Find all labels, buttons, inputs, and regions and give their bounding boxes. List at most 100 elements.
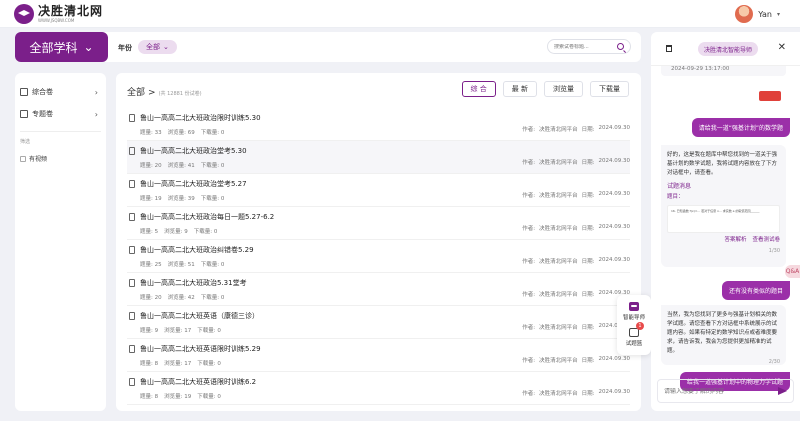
- assistant-shortcut[interactable]: 智能导师: [617, 302, 651, 321]
- answer-link[interactable]: 答案解析: [724, 236, 746, 245]
- question-count: 题量: 5: [140, 229, 159, 235]
- download-count: 下载量: 0: [197, 361, 221, 367]
- video-checkbox[interactable]: [20, 155, 26, 162]
- paper-row[interactable]: 鲁山一高高二北大班英语限时训练5.29 题量: 8 浏览量: 17 下载量: 0 作者:…: [127, 339, 630, 372]
- paper-title[interactable]: 鲁山一高高二北大班政治堂考5.27: [140, 179, 247, 189]
- video-filter[interactable]: 有视频: [15, 154, 106, 163]
- paper-author: 决胜清北网平台: [539, 160, 578, 166]
- download-count: 下载量: 0: [200, 262, 225, 268]
- user-menu[interactable]: Yan ▾: [735, 5, 780, 23]
- question-count: 题量: 8: [140, 361, 159, 367]
- date-label: 日期:: [581, 160, 595, 166]
- sort-tab-latest[interactable]: 最 新: [502, 81, 537, 97]
- question-count: 题量: 20: [140, 295, 162, 301]
- paper-row[interactable]: 鲁山一高高二北大班政治限时训练5.30 题量: 33 浏览量: 69 下载量: 0 作者…: [127, 108, 630, 141]
- author-label: 作者:: [522, 358, 536, 364]
- paper-title[interactable]: 鲁山一高高二北大班政治堂考5.30: [140, 146, 247, 156]
- date-label: 日期:: [581, 193, 595, 199]
- sidebar-item-topic[interactable]: 专题卷 ›: [15, 103, 106, 125]
- document-icon: [129, 246, 135, 254]
- paper-row[interactable]: 鲁山一高高二北大班政治纠错卷5.29 题量: 25 浏览量: 51 下载量: 0 作者:…: [127, 240, 630, 273]
- paper-title[interactable]: 鲁山一高高二北大班政治限时训练5.30: [140, 113, 261, 123]
- paper-row[interactable]: 鲁山一高高二北大班英语限时训练6.2 题量: 8 浏览量: 19 下载量: 0 作者: 决…: [127, 372, 630, 405]
- search-input[interactable]: [554, 43, 616, 50]
- paper-row[interactable]: 鲁山一高高二北大班政治堂考5.27 题量: 19 浏览量: 39 下载量: 0 作者: 决…: [127, 174, 630, 207]
- paper-list: 鲁山一高高二北大班政治限时训练5.30 题量: 33 浏览量: 69 下载量: 0 作者…: [127, 108, 630, 411]
- sort-tab-downloads[interactable]: 下载量: [590, 81, 629, 97]
- paper-author: 决胜清北网平台: [539, 391, 578, 397]
- sort-tabs: 综 合 最 新 浏览量 下载量: [461, 81, 629, 97]
- basket-shortcut-label: 试题篮: [625, 341, 643, 347]
- paper-row[interactable]: 鲁山一高高二北大班政治每日一题5.27-6.2 题量: 5 浏览量: 9 下载量: 0…: [127, 207, 630, 240]
- chat-input[interactable]: [664, 387, 764, 395]
- paper-title[interactable]: 鲁山一高高二北大班政治5.31堂考: [140, 278, 247, 288]
- paper-list-panel: 全部 > (共 12881 份试卷) 综 合 最 新 浏览量 下载量 鲁山一高高…: [116, 73, 641, 411]
- paper-title[interactable]: 鲁山一高高二北大班英语限时训练5.28: [140, 410, 261, 411]
- year-dropdown[interactable]: 全部 ⌄: [138, 40, 177, 54]
- bot-message: 好的，这是我在题库中帮您找到的一道关于强基计划的数学试题，我将试题内容放在了下方…: [661, 145, 786, 267]
- question-label: 题目：: [667, 194, 684, 200]
- paper-stats: 题量: 20 浏览量: 42 下载量: 0: [140, 293, 224, 301]
- edge-tab[interactable]: Q&A: [785, 265, 800, 278]
- paper-title[interactable]: 鲁山一高高二北大班英语限时训练5.29: [140, 344, 261, 354]
- book-icon: [20, 88, 28, 96]
- chat-panel: 决胜清北智能导师 ✕ 2024-09-29 13:17:00 请给我一道“强基计…: [651, 32, 800, 411]
- search-icon[interactable]: [617, 43, 624, 50]
- basket-count-badge: 1: [636, 322, 644, 330]
- basket-shortcut[interactable]: 试题篮: [617, 328, 651, 347]
- chevron-down-icon: ⌄: [163, 43, 169, 51]
- close-icon[interactable]: ✕: [778, 42, 786, 53]
- logo-url: WWW.JSQBW.COM: [38, 17, 75, 23]
- paper-title[interactable]: 鲁山一高高二北大班英语（康德三诊）: [140, 311, 259, 321]
- send-icon[interactable]: [778, 387, 787, 395]
- breadcrumb: 全部 > (共 12881 份试卷): [127, 85, 202, 98]
- view-count: 浏览量: 42: [167, 295, 195, 301]
- bot-message: 当然，我为您找到了更多与强基计划相关的数学试题。请您查看下方对话框中系统展示的试…: [661, 305, 786, 365]
- download-count: 下载量: 0: [200, 196, 225, 202]
- assistant-shortcut-label: 智能导师: [622, 315, 645, 321]
- search-box[interactable]: [547, 39, 631, 54]
- question-card-heading: 试题消息: [667, 183, 692, 190]
- paper-date: 2024.09.30: [598, 389, 631, 395]
- paper-row[interactable]: 鲁山一高高二北大班英语（康德三诊） 题量: 9 浏览量: 17 下载量: 0 作者: 决胜…: [127, 306, 630, 339]
- sidebar-item-label: 综合卷: [32, 88, 53, 96]
- robot-icon: [629, 302, 639, 311]
- download-count: 下载量: 0: [197, 394, 221, 400]
- all-subjects-dropdown[interactable]: 全部学科 ⌄: [15, 32, 108, 62]
- download-count: 下载量: 0: [200, 295, 225, 301]
- chat-header: 决胜清北智能导师 ✕: [651, 32, 800, 66]
- view-count: 浏览量: 17: [164, 361, 192, 367]
- trash-icon[interactable]: [666, 45, 672, 52]
- site-logo[interactable]: 决胜清北网 WWW.JSQBW.COM: [14, 4, 103, 24]
- paper-author: 决胜清北网平台: [539, 127, 578, 133]
- paper-author: 决胜清北网平台: [539, 226, 578, 232]
- view-count: 浏览量: 17: [164, 328, 192, 334]
- paper-row[interactable]: 鲁山一高高二北大班政治堂考5.30 题量: 20 浏览量: 41 下载量: 0 作者: 决…: [127, 141, 630, 174]
- paper-date: 2024.09.30: [598, 224, 631, 230]
- paper-stats: 题量: 19 浏览量: 39 下载量: 0: [140, 194, 224, 202]
- sort-tab-comprehensive[interactable]: 综 合: [461, 81, 496, 97]
- paper-date: 2024.09.30: [598, 356, 631, 362]
- paper-title[interactable]: 鲁山一高高二北大班政治每日一题5.27-6.2: [140, 212, 274, 222]
- question-count: 题量: 20: [140, 163, 162, 169]
- chevron-right-icon: ›: [94, 109, 98, 119]
- paper-date: 2024.09.30: [598, 158, 631, 164]
- download-count: 下载量: 0: [200, 163, 225, 169]
- view-count: 浏览量: 19: [164, 394, 192, 400]
- breadcrumb-root[interactable]: 全部: [127, 85, 145, 98]
- chat-input-box[interactable]: [657, 379, 794, 403]
- paper-row[interactable]: 鲁山一高高二北大班政治5.31堂考 题量: 20 浏览量: 42 下载量: 0 作者: 决…: [127, 273, 630, 306]
- paper-title[interactable]: 鲁山一高高二北大班政治纠错卷5.29: [140, 245, 254, 255]
- view-paper-link[interactable]: 查看测试卷: [752, 236, 780, 245]
- paper-row[interactable]: 鲁山一高高二北大班英语限时训练5.28题量: 8浏览量: 17下载量: 0作者:…: [127, 405, 630, 411]
- document-icon: [129, 147, 135, 155]
- agent-name: 决胜清北智能导师: [698, 42, 759, 56]
- paper-title[interactable]: 鲁山一高高二北大班英语限时训练6.2: [140, 377, 256, 387]
- avatar[interactable]: [735, 5, 754, 23]
- paper-count: (共 12881 份试卷): [158, 91, 202, 97]
- filter-group-label: 筛选: [20, 139, 31, 145]
- sort-tab-views[interactable]: 浏览量: [544, 81, 583, 97]
- sidebar-item-comprehensive[interactable]: 综合卷 ›: [15, 81, 106, 103]
- paper-source: 作者: 决胜清北网平台 日期: 2024.09.30: [522, 323, 630, 331]
- document-icon: [129, 114, 135, 122]
